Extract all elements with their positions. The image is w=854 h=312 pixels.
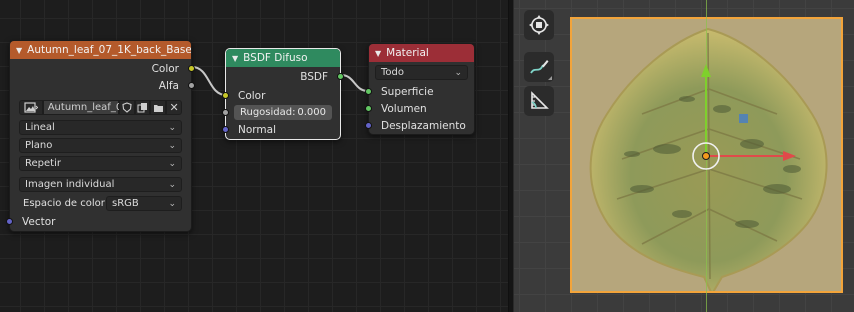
node-editor[interactable]: ▼ Autumn_leaf_07_1K_back_Base_Color... C… — [0, 0, 508, 312]
move-gizmo[interactable] — [514, 0, 854, 312]
duplicate-image-button[interactable] — [134, 100, 151, 115]
shield-icon — [122, 102, 132, 113]
link-image-color-to-bsdf-color — [191, 66, 227, 96]
image-node-title: Autumn_leaf_07_1K_back_Base_Color... — [27, 44, 191, 56]
output-alpha-socket[interactable] — [188, 82, 195, 89]
object-origin — [702, 152, 710, 160]
bsdf-color-row: Color — [226, 87, 340, 104]
bsdf-color-socket[interactable] — [222, 92, 229, 99]
duplicate-icon — [137, 103, 147, 113]
interpolation-dropdown[interactable]: Lineal ⌄ — [19, 120, 182, 135]
displacement-row: Desplazamiento — [369, 117, 474, 134]
bsdf-color-label: Color — [238, 89, 266, 102]
image-icon — [24, 102, 38, 113]
image-browse-button[interactable] — [19, 100, 43, 115]
roughness-value: 0.000 — [297, 107, 326, 118]
displacement-label: Desplazamiento — [381, 119, 466, 132]
volume-row: Volumen — [369, 100, 474, 117]
material-node-title: Material — [386, 47, 429, 59]
surface-socket[interactable] — [365, 88, 372, 95]
link-bsdf-to-material-surface — [340, 74, 369, 92]
chevron-down-icon: ⌄ — [168, 180, 176, 190]
image-node-header[interactable]: ▼ Autumn_leaf_07_1K_back_Base_Color... — [10, 41, 191, 59]
image-name-field[interactable]: Autumn_leaf_07... — [42, 100, 138, 115]
roughness-label: Rugosidad: — [240, 107, 296, 118]
color-space-dropdown[interactable]: sRGB ⌄ — [106, 196, 182, 211]
surface-label: Superficie — [381, 85, 434, 98]
collapse-arrow-icon[interactable]: ▼ — [375, 49, 381, 58]
collapse-arrow-icon[interactable]: ▼ — [16, 46, 22, 55]
x-arrow-icon — [783, 151, 796, 161]
extension-dropdown[interactable]: Repetir ⌄ — [19, 156, 182, 171]
bsdf-node-header[interactable]: ▼ BSDF Difuso — [226, 49, 340, 67]
chevron-down-icon: ⌄ — [454, 68, 462, 78]
material-target-dropdown[interactable]: Todo ⌄ — [375, 65, 468, 80]
plane-handle — [739, 114, 748, 123]
chevron-down-icon: ⌄ — [168, 199, 176, 209]
unlink-image-button[interactable]: ✕ — [166, 100, 183, 115]
close-icon: ✕ — [169, 101, 179, 114]
vector-input-row: Vector — [10, 213, 191, 230]
projection-dropdown[interactable]: Plano ⌄ — [19, 138, 182, 153]
displacement-socket[interactable] — [365, 122, 372, 129]
image-texture-node[interactable]: ▼ Autumn_leaf_07_1K_back_Base_Color... C… — [6, 40, 195, 232]
interpolation-value: Lineal — [25, 122, 55, 133]
fake-user-button[interactable] — [118, 100, 135, 115]
material-output-node[interactable]: ▼ Material Todo ⌄ Superficie Volumen Des… — [365, 43, 475, 135]
image-output-color-row: Color — [10, 60, 191, 77]
source-value: Imagen individual — [25, 179, 115, 190]
output-alpha-label: Alfa — [158, 79, 179, 92]
image-selector-bar: Autumn_leaf_07... ✕ — [19, 99, 183, 116]
collapse-arrow-icon[interactable]: ▼ — [232, 54, 238, 63]
color-space-value: sRGB — [112, 198, 139, 209]
chevron-down-icon: ⌄ — [168, 141, 176, 151]
volume-socket[interactable] — [365, 105, 372, 112]
volume-label: Volumen — [381, 102, 427, 115]
open-image-button[interactable] — [150, 100, 167, 115]
roughness-slider[interactable]: Rugosidad: 0.000 — [234, 105, 332, 120]
y-arrow-icon — [701, 64, 711, 77]
source-dropdown[interactable]: Imagen individual ⌄ — [19, 177, 182, 192]
bsdf-normal-row: Normal — [226, 121, 340, 138]
extension-value: Repetir — [25, 158, 61, 169]
surface-row: Superficie — [369, 83, 474, 100]
bsdf-normal-label: Normal — [238, 123, 276, 136]
vector-input-socket[interactable] — [6, 218, 13, 225]
output-color-socket[interactable] — [188, 65, 195, 72]
roughness-socket[interactable] — [222, 109, 229, 116]
chevron-down-icon: ⌄ — [168, 159, 176, 169]
diffuse-bsdf-node[interactable]: ▼ BSDF Difuso BSDF Color Rugosidad: 0.00… — [222, 48, 344, 140]
bsdf-output-row: BSDF — [226, 68, 340, 85]
bsdf-normal-socket[interactable] — [222, 126, 229, 133]
3d-viewport[interactable] — [514, 0, 854, 312]
color-space-label: Espacio de color — [23, 198, 105, 209]
bsdf-output-socket[interactable] — [337, 73, 344, 80]
folder-icon — [153, 104, 163, 112]
vector-input-label: Vector — [22, 215, 56, 228]
chevron-down-icon: ⌄ — [168, 123, 176, 133]
bsdf-node-title: BSDF Difuso — [243, 52, 308, 64]
material-node-header[interactable]: ▼ Material — [369, 44, 474, 62]
material-target-value: Todo — [381, 67, 404, 78]
image-output-alpha-row: Alfa — [10, 77, 191, 94]
projection-value: Plano — [25, 140, 53, 151]
bsdf-output-label: BSDF — [300, 70, 328, 83]
output-color-label: Color — [151, 62, 179, 75]
